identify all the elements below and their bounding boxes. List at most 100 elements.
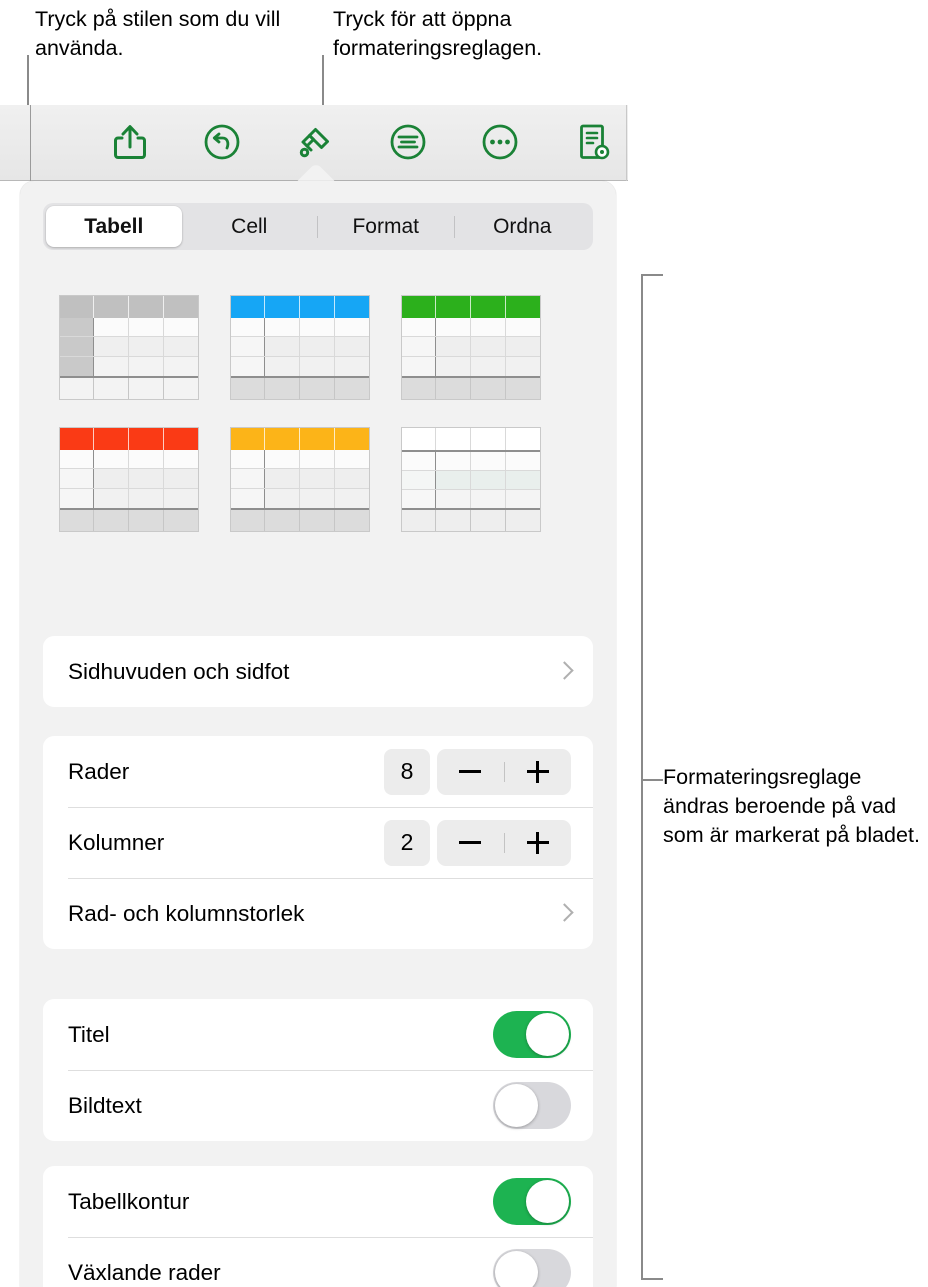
orange-header-style-thumb[interactable] xyxy=(229,426,370,532)
format-brush-icon xyxy=(295,122,335,162)
tab-format-label: Format xyxy=(352,214,419,238)
document-icon xyxy=(575,122,611,162)
toggle-knob xyxy=(526,1013,569,1056)
alternating-rows-label: Växlande rader xyxy=(68,1259,221,1285)
row-column-size-row[interactable]: Rad- och kolumnstorlek xyxy=(43,878,593,949)
thumb-body xyxy=(59,449,198,508)
tab-tabell[interactable]: Tabell xyxy=(46,206,182,247)
chevron-right-icon xyxy=(557,660,571,684)
table-style-option[interactable] xyxy=(214,413,385,545)
rows-increment-button[interactable] xyxy=(505,749,572,795)
thumb-body xyxy=(401,317,540,376)
rows-label: Rader xyxy=(68,758,130,784)
alternating-rows-row: Växlande rader xyxy=(43,1237,593,1287)
tab-ordna[interactable]: Ordna xyxy=(455,206,591,247)
format-button[interactable] xyxy=(288,114,342,170)
more-button[interactable] xyxy=(473,114,527,170)
columns-row: Kolumner 2 xyxy=(43,807,593,878)
callout-bracket-vertical xyxy=(641,274,643,1280)
green-header-style-thumb[interactable] xyxy=(400,294,541,400)
device-screen: Tabell Cell Format Ordna Sidhuvuden och … xyxy=(0,105,628,1287)
callout-tap-to-open-text: Tryck för att öppna formateringsreglagen… xyxy=(333,7,543,60)
undo-icon xyxy=(203,123,241,161)
outline-card: Tabellkontur Växlande rader Rutnätsalter… xyxy=(43,1166,593,1287)
thumb-header-band xyxy=(59,295,198,318)
thumb-header-band xyxy=(59,427,198,450)
callout-bracket-top xyxy=(641,274,663,276)
title-row: Titel xyxy=(43,999,593,1070)
thumb-footer-band xyxy=(59,507,198,531)
tab-ordna-label: Ordna xyxy=(493,214,552,238)
callout-tap-style-text: Tryck på stilen som du vill använda. xyxy=(35,7,281,60)
toggle-knob xyxy=(495,1084,538,1127)
undo-button[interactable] xyxy=(195,114,249,170)
row-column-size-label: Rad- och kolumnstorlek xyxy=(68,900,305,926)
format-popover-panel: Tabell Cell Format Ordna Sidhuvuden och … xyxy=(20,181,616,1287)
size-card: Rader 8 Kolumner 2 Rad- och kolumnstorle… xyxy=(43,736,593,949)
thumb-footer-band xyxy=(59,375,198,399)
toggle-knob xyxy=(526,1180,569,1223)
caption-label: Bildtext xyxy=(68,1092,142,1118)
columns-increment-button[interactable] xyxy=(505,820,572,866)
callout-bracket-bottom xyxy=(641,1278,663,1280)
plain-style-thumb[interactable] xyxy=(400,426,541,532)
tab-format[interactable]: Format xyxy=(318,206,454,247)
toolbar-right-divider xyxy=(626,105,627,181)
caption-row: Bildtext xyxy=(43,1070,593,1141)
thumb-footer-band xyxy=(401,507,540,531)
insert-button[interactable] xyxy=(381,114,435,170)
rows-value: 8 xyxy=(384,748,430,795)
title-caption-card: Titel Bildtext xyxy=(43,999,593,1141)
toggle-knob xyxy=(495,1251,538,1287)
popover-tabbar: Tabell Cell Format Ordna xyxy=(43,203,593,250)
table-outline-label: Tabellkontur xyxy=(68,1188,190,1214)
columns-value: 2 xyxy=(384,819,430,866)
thumb-footer-band xyxy=(401,375,540,399)
callout-bracket-pointer xyxy=(643,779,663,781)
chevron-right-icon xyxy=(557,902,571,926)
table-style-option[interactable] xyxy=(385,281,556,413)
share-icon xyxy=(113,123,147,161)
blue-header-style-thumb[interactable] xyxy=(229,294,370,400)
table-outline-toggle[interactable] xyxy=(493,1178,571,1225)
headers-footer-card: Sidhuvuden och sidfot xyxy=(43,636,593,707)
thumb-header-band xyxy=(401,427,540,452)
tab-tabell-label: Tabell xyxy=(84,214,144,238)
document-view-button[interactable] xyxy=(566,114,620,170)
thumb-body xyxy=(59,317,198,376)
insert-icon xyxy=(389,123,427,161)
table-style-option[interactable] xyxy=(43,281,214,413)
headers-and-footer-row[interactable]: Sidhuvuden och sidfot xyxy=(43,636,593,707)
callout-format-controls-text: Formateringsreglage ändras beroende på v… xyxy=(663,765,920,847)
thumb-body xyxy=(401,451,540,508)
thumb-footer-band xyxy=(230,507,369,531)
thumb-header-band xyxy=(230,427,369,450)
columns-decrement-button[interactable] xyxy=(437,820,504,866)
title-toggle[interactable] xyxy=(493,1011,571,1058)
rows-row: Rader 8 xyxy=(43,736,593,807)
caption-toggle[interactable] xyxy=(493,1082,571,1129)
share-button[interactable] xyxy=(103,114,157,170)
gray-header-style-thumb[interactable] xyxy=(58,294,199,400)
alternating-rows-toggle[interactable] xyxy=(493,1249,571,1287)
popover-pointer xyxy=(288,163,344,183)
columns-stepper: 2 xyxy=(384,819,572,866)
rows-decrement-button[interactable] xyxy=(437,749,504,795)
thumb-header-band xyxy=(230,295,369,318)
columns-label: Kolumner xyxy=(68,829,165,855)
thumb-body xyxy=(230,317,369,376)
table-outline-row: Tabellkontur xyxy=(43,1166,593,1237)
table-style-option[interactable] xyxy=(214,281,385,413)
red-header-style-thumb[interactable] xyxy=(58,426,199,532)
tab-cell[interactable]: Cell xyxy=(182,206,318,247)
columns-stepper-group xyxy=(437,819,572,866)
table-style-option[interactable] xyxy=(43,413,214,545)
thumb-body xyxy=(230,449,369,508)
headers-and-footer-label: Sidhuvuden och sidfot xyxy=(68,658,290,684)
tab-cell-label: Cell xyxy=(231,214,268,238)
table-style-option[interactable] xyxy=(385,413,556,545)
thumb-header-band xyxy=(401,295,540,318)
thumb-footer-band xyxy=(230,375,369,399)
rows-stepper: 8 xyxy=(384,748,572,795)
title-label: Titel xyxy=(68,1021,110,1047)
